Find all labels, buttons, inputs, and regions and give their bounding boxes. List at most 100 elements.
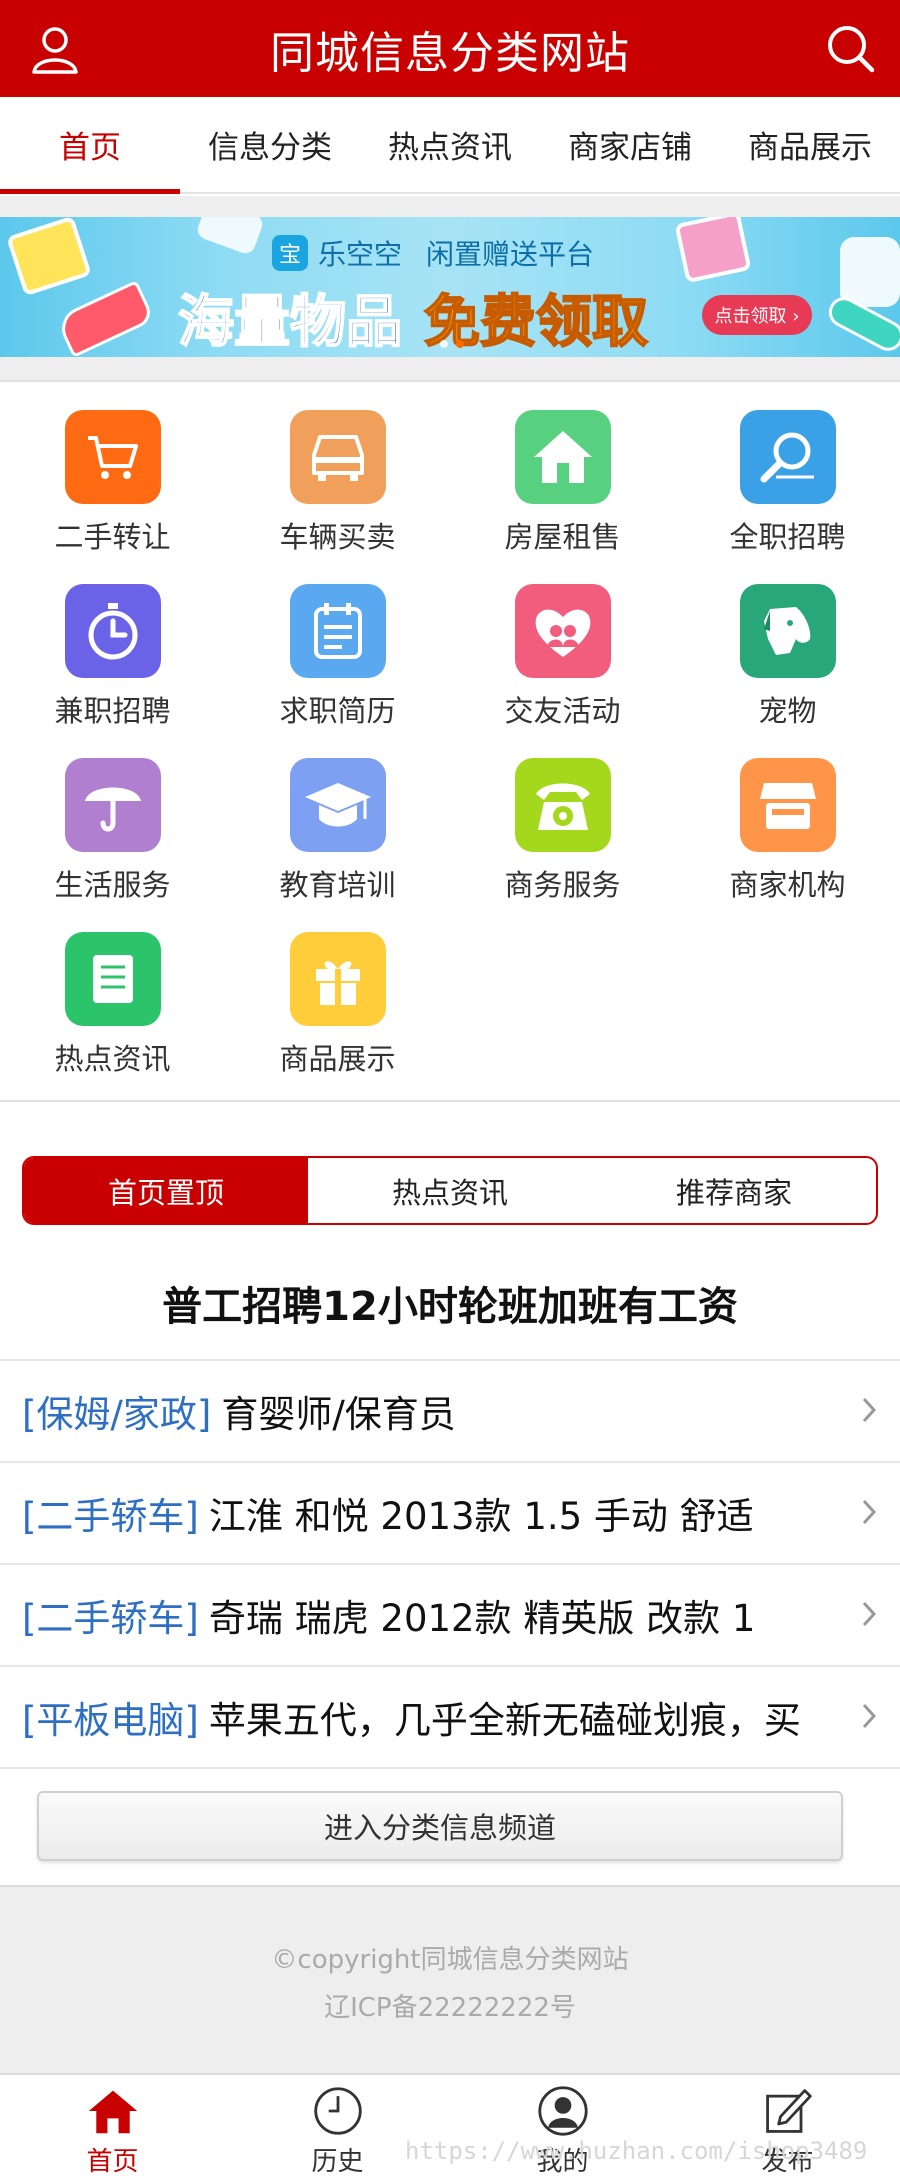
featured-post-title[interactable]: 普工招聘12小时轮班加班有工资 (0, 1274, 900, 1332)
category-label: 二手转让 (54, 520, 171, 554)
dog-icon (739, 584, 836, 678)
top-nav: 首页 信息分类 热点资讯 商家店铺 商品展示 (0, 97, 900, 194)
category-label: 求职简历 (279, 694, 396, 728)
gadget-illustration (194, 217, 266, 257)
tabbar-label: 首页 (86, 2147, 139, 2177)
listing-category: [二手轿车] (22, 1597, 199, 1640)
list-item[interactable]: [保姆/家政] 育婴师/保育员 (0, 1361, 900, 1463)
category-label: 车辆买卖 (279, 520, 396, 554)
banner-headline: 海量物品 免费领取 (177, 277, 649, 357)
listing-title: 江淮 和悦 2013款 1.5 手动 舒适 (208, 1495, 754, 1538)
category-label: 房屋租售 (504, 520, 621, 554)
page-title: 同城信息分类网站 (270, 27, 630, 79)
category-secondhand[interactable]: 二手转让 (0, 382, 225, 556)
category-label: 生活服务 (54, 868, 171, 902)
icp-text[interactable]: 辽ICP备22222222号 (0, 1987, 900, 2024)
search-icon[interactable] (822, 20, 878, 76)
list-item[interactable]: [平板电脑] 苹果五代，几乎全新无磕碰划痕，买 (0, 1667, 900, 1769)
banner-brand: 宝 乐空空 闲置赠送平台 (272, 233, 594, 273)
category-fulltime-jobs[interactable]: 全职招聘 (675, 382, 900, 556)
category-label: 宠物 (758, 694, 817, 728)
category-life-services[interactable]: 生活服务 (0, 730, 225, 904)
friends-heart-icon (514, 584, 611, 678)
divider (0, 196, 900, 217)
category-label: 商品展示 (279, 1042, 396, 1076)
sneaker-illustration (54, 280, 156, 357)
enter-category-channel-button[interactable]: 进入分类信息频道 (37, 1791, 843, 1861)
category-label: 兼职招聘 (54, 694, 171, 728)
content-segment-control: 首页置顶 热点资讯 推荐商家 (22, 1156, 878, 1225)
brand-subtitle: 闲置赠送平台 (426, 238, 595, 271)
car-icon (289, 410, 386, 504)
category-hot-news[interactable]: 热点资讯 (0, 904, 225, 1078)
magnifier-icon (739, 410, 836, 504)
shopping-cart-icon (64, 410, 161, 504)
carousel-dot[interactable] (440, 340, 448, 348)
watermark-text: https://www.huzhan.com/ishop3489 (405, 2137, 868, 2165)
carousel-dots (440, 340, 464, 348)
segment-recommended-merchants[interactable]: 推荐商家 (592, 1158, 876, 1223)
house-icon (514, 410, 611, 504)
tabbar-label: 历史 (311, 2147, 364, 2177)
category-grid: 二手转让 车辆买卖 房屋租售 全职招聘 兼职招聘 求职简历 交友活动 宠物 生活… (0, 382, 900, 1102)
copyright-text: ©copyright同城信息分类网站 (271, 1945, 629, 1975)
category-label: 全职招聘 (729, 520, 846, 554)
category-housing[interactable]: 房屋租售 (450, 382, 675, 556)
listing-title: 育婴师/保育员 (221, 1393, 456, 1436)
category-dating[interactable]: 交友活动 (450, 556, 675, 730)
listing-title: 苹果五代，几乎全新无磕碰划痕，买 (208, 1699, 801, 1742)
camera-illustration (6, 217, 92, 297)
divider (0, 357, 900, 382)
listing-category: [平板电脑] (22, 1699, 199, 1742)
segment-top-posts[interactable]: 首页置顶 (24, 1158, 308, 1223)
category-resumes[interactable]: 求职简历 (225, 556, 450, 730)
telephone-icon (514, 758, 611, 852)
graduation-cap-icon (289, 758, 386, 852)
tab-categories[interactable]: 信息分类 (180, 97, 360, 192)
brand-logo: 宝 (272, 235, 308, 271)
bag-illustration (674, 217, 752, 284)
listing-list: [保姆/家政] 育婴师/保育员 [二手轿车] 江淮 和悦 2013款 1.5 手… (0, 1359, 900, 1769)
tab-products[interactable]: 商品展示 (720, 97, 900, 192)
tab-shops[interactable]: 商家店铺 (540, 97, 720, 192)
clock-icon (313, 2087, 362, 2135)
tab-home[interactable]: 首页 (0, 97, 180, 194)
edit-icon (765, 2089, 812, 2133)
promo-banner[interactable]: 宝 乐空空 闲置赠送平台 海量物品 免费领取 点击领取 › (0, 217, 900, 357)
gift-icon (289, 932, 386, 1026)
listing-title: 奇瑞 瑞虎 2012款 精英版 改款 1 (208, 1597, 756, 1640)
list-item[interactable]: [二手轿车] 江淮 和悦 2013款 1.5 手动 舒适 (0, 1463, 900, 1565)
category-label: 教育培训 (279, 868, 396, 902)
tabbar-home[interactable]: 首页 (0, 2075, 225, 2178)
category-label: 热点资讯 (54, 1042, 171, 1076)
carousel-dot-active[interactable] (456, 340, 464, 348)
category-label: 交友活动 (504, 694, 621, 728)
app-header: 同城信息分类网站 (0, 0, 900, 97)
category-products[interactable]: 商品展示 (225, 904, 450, 1078)
category-label: 商务服务 (504, 868, 621, 902)
tab-hot-news[interactable]: 热点资讯 (360, 97, 540, 192)
newspaper-icon (64, 932, 161, 1026)
umbrella-icon (64, 758, 161, 852)
category-merchants[interactable]: 商家机构 (675, 730, 900, 904)
list-item[interactable]: [二手轿车] 奇瑞 瑞虎 2012款 精英版 改款 1 (0, 1565, 900, 1667)
gloves-illustration (840, 237, 900, 307)
listing-category: [二手轿车] (22, 1495, 199, 1538)
profile-icon (537, 2086, 588, 2136)
site-footer: ©copyright同城信息分类网站 辽ICP备22222222号 (0, 1885, 900, 2073)
chevron-right-icon (862, 1397, 877, 1423)
user-icon[interactable] (28, 22, 82, 76)
listing-category: [保姆/家政] (22, 1393, 212, 1436)
category-business-services[interactable]: 商务服务 (450, 730, 675, 904)
chevron-right-icon (862, 1601, 877, 1627)
notepad-icon (289, 584, 386, 678)
category-parttime-jobs[interactable]: 兼职招聘 (0, 556, 225, 730)
segment-hot-news[interactable]: 热点资讯 (308, 1158, 592, 1223)
brand-name: 乐空空 (318, 238, 403, 271)
category-education[interactable]: 教育培训 (225, 730, 450, 904)
chevron-right-icon (862, 1703, 877, 1729)
banner-cta-button[interactable]: 点击领取 › (702, 295, 812, 335)
category-vehicles[interactable]: 车辆买卖 (225, 382, 450, 556)
banner-headline-1: 海量物品 (177, 289, 403, 356)
category-pets[interactable]: 宠物 (675, 556, 900, 730)
